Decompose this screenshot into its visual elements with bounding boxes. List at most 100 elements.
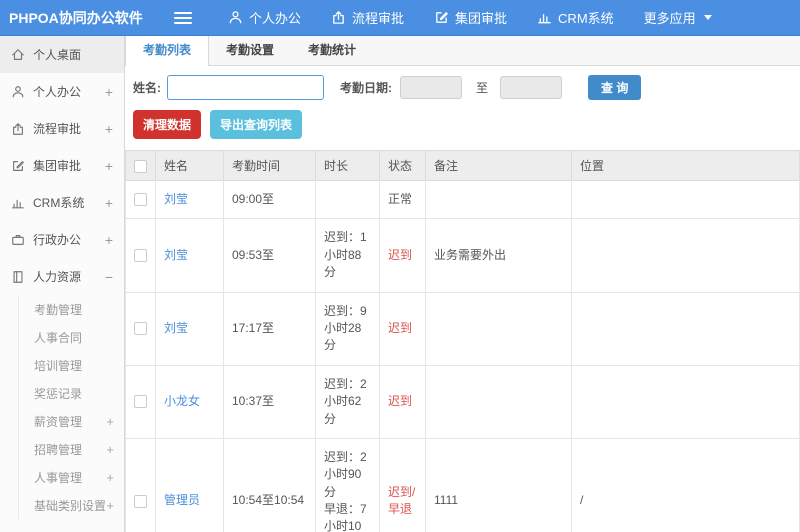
remark-cell — [425, 364, 572, 439]
tab-bar: 考勤列表 考勤设置 考勤统计 — [125, 36, 800, 66]
status-cell: 迟到 — [379, 364, 426, 439]
tab-attendance-statistics[interactable]: 考勤统计 — [291, 36, 373, 65]
edit-icon — [434, 10, 449, 25]
share-icon — [331, 10, 346, 25]
clean-data-button[interactable]: 清理数据 — [133, 110, 202, 139]
location-cell — [571, 291, 800, 366]
main-content: 考勤列表 考勤设置 考勤统计 姓名: 考勤日期: 至 查 询 清理数据 导出查询列表… — [125, 36, 800, 532]
duration-cell — [315, 179, 380, 220]
menu-toggle-icon[interactable] — [174, 9, 192, 27]
location-cell — [571, 364, 800, 439]
app-logo[interactable]: PHPOA协同办公软件 — [0, 8, 143, 28]
sidebar-item-admin-office[interactable]: 行政办公 + — [0, 221, 124, 258]
row-checkbox[interactable] — [134, 322, 147, 336]
attendance-time-cell: 10:37至 — [223, 364, 316, 439]
expand-icon[interactable]: + — [105, 84, 113, 100]
employee-name-link[interactable]: 刘莹 — [164, 192, 188, 206]
remark-cell — [425, 179, 572, 220]
edit-icon — [11, 159, 33, 173]
date-to-input[interactable] — [500, 76, 563, 99]
remark-cell: 业务需要外出 — [425, 218, 572, 293]
duration-cell: 迟到：9小时28分 — [315, 291, 380, 366]
sidebar-subitem-hr-contract[interactable]: 人事合同 — [19, 323, 124, 351]
caret-down-icon — [703, 15, 712, 20]
export-list-button[interactable]: 导出查询列表 — [210, 110, 303, 139]
expand-icon[interactable]: + — [105, 195, 113, 211]
sidebar-subitem-attendance-management[interactable]: 考勤管理 — [19, 295, 124, 323]
nav-item-workflow-approval[interactable]: 流程审批 — [331, 8, 404, 27]
user-icon — [11, 85, 33, 99]
nav-item-more-apps[interactable]: 更多应用 — [644, 8, 712, 27]
name-input[interactable] — [167, 75, 324, 100]
table-row: 刘莹 09:00至 正常 — [125, 179, 800, 220]
employee-name-link[interactable]: 小龙女 — [164, 394, 200, 408]
table-row: 管理员 10:54至10:54迟到：2小时90分早退：7小时10分迟到/早退111… — [125, 437, 800, 532]
column-header: 考勤时间 — [223, 150, 316, 181]
home-icon — [11, 48, 33, 62]
sidebar-item-label: 行政办公 — [33, 233, 82, 247]
select-all-checkbox[interactable] — [134, 159, 147, 173]
location-cell — [571, 179, 800, 220]
expand-icon[interactable]: + — [106, 414, 114, 429]
nav-item-personal-office[interactable]: 个人办公 — [228, 8, 301, 27]
sidebar-item-group-approval[interactable]: 集团审批 + — [0, 147, 124, 184]
sidebar-subitem-label: 奖惩记录 — [34, 386, 83, 401]
sidebar-subitem-label: 培训管理 — [34, 358, 83, 373]
date-from-input[interactable] — [400, 76, 462, 99]
expand-icon[interactable]: + — [105, 232, 113, 248]
location-cell: / — [571, 437, 800, 532]
collapse-icon[interactable]: − — [105, 269, 113, 285]
briefcase-icon — [11, 233, 33, 247]
attendance-date-label: 考勤日期: — [340, 81, 392, 95]
employee-name-link[interactable]: 刘莹 — [164, 248, 188, 262]
row-checkbox[interactable] — [134, 193, 147, 207]
sidebar-item-label: CRM系统 — [33, 196, 85, 210]
expand-icon[interactable]: + — [105, 158, 113, 174]
search-button[interactable]: 查 询 — [588, 75, 642, 100]
sidebar-item-label: 个人桌面 — [33, 48, 82, 62]
sidebar-subitem-personnel-management[interactable]: 人事管理 + — [19, 463, 124, 491]
sidebar-subitem-salary-management[interactable]: 薪资管理 + — [19, 407, 124, 435]
row-checkbox[interactable] — [134, 494, 147, 508]
sidebar-subitem-label: 招聘管理 — [34, 442, 83, 457]
nav-item-label: CRM系统 — [558, 11, 614, 26]
expand-icon[interactable]: + — [106, 498, 114, 513]
nav-item-crm-system[interactable]: CRM系统 — [537, 8, 614, 27]
sidebar-item-human-resources[interactable]: 人力资源 − — [0, 258, 124, 295]
sidebar-item-document-management[interactable]: 公文管理+ — [0, 523, 124, 532]
row-checkbox[interactable] — [134, 249, 147, 263]
sidebar-subitem-base-category-settings[interactable]: 基础类别设置 + — [19, 491, 124, 519]
sidebar: 个人桌面 个人办公 + 流程审批 + 集团审批 + CRM系统 + 行政办公 + 人力资源 − 考勤管理人… — [0, 36, 125, 532]
sidebar-subitem-label: 薪资管理 — [34, 414, 83, 429]
tab-attendance-settings[interactable]: 考勤设置 — [209, 36, 291, 65]
sidebar-submenu: 考勤管理 人事合同 培训管理 奖惩记录 薪资管理 + 招聘管理 + 人事管理 + 基础类别设置 + — [18, 295, 124, 519]
sidebar-item-label: 个人办公 — [33, 85, 82, 99]
table-header-row: 姓名 考勤时间 时长 状态 备注 位置 — [125, 150, 800, 181]
employee-name-link[interactable]: 刘莹 — [164, 321, 188, 335]
expand-icon[interactable]: + — [106, 470, 114, 485]
nav-item-group-approval[interactable]: 集团审批 — [434, 8, 507, 27]
search-bar: 姓名: 考勤日期: 至 查 询 — [125, 66, 800, 108]
attendance-time-cell: 10:54至10:54 — [223, 437, 316, 532]
sidebar-subitem-reward-punishment-record[interactable]: 奖惩记录 — [19, 379, 124, 407]
table-row: 刘莹 17:17至 迟到：9小时28分 迟到 — [125, 291, 800, 366]
user-icon — [228, 10, 243, 25]
row-checkbox[interactable] — [134, 395, 147, 409]
date-to-label: 至 — [476, 81, 489, 95]
sidebar-subitem-recruitment-management[interactable]: 招聘管理 + — [19, 435, 124, 463]
employee-name-link[interactable]: 管理员 — [164, 493, 200, 507]
sidebar-item-crm-system[interactable]: CRM系统 + — [0, 184, 124, 221]
tab-attendance-list[interactable]: 考勤列表 — [125, 36, 210, 66]
expand-icon[interactable]: + — [105, 121, 113, 137]
duration-cell: 迟到：2小时90分早退：7小时10分 — [315, 437, 380, 532]
status-cell: 迟到 — [379, 218, 426, 293]
sidebar-item-workflow-approval[interactable]: 流程审批 + — [0, 110, 124, 147]
column-header: 姓名 — [155, 150, 224, 181]
sidebar-subitem-training-management[interactable]: 培训管理 — [19, 351, 124, 379]
expand-icon[interactable]: + — [106, 442, 114, 457]
column-header: 状态 — [379, 150, 426, 181]
share-icon — [11, 122, 33, 136]
sidebar-item-personal-desktop[interactable]: 个人桌面 — [0, 36, 124, 73]
chart-icon — [537, 10, 552, 25]
sidebar-item-personal-office[interactable]: 个人办公 + — [0, 73, 124, 110]
